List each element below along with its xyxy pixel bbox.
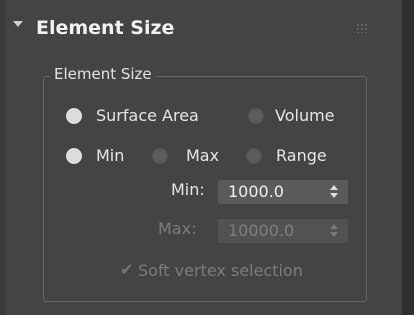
- min-spinner[interactable]: 1000.0: [218, 180, 348, 204]
- spinner-up-icon: [330, 224, 338, 229]
- min-spinner-label: Min:: [171, 180, 205, 199]
- collapse-arrow-icon[interactable]: [13, 21, 23, 27]
- max-spinner: 10000.0: [218, 219, 348, 243]
- element-size-panel: Element Size Element Size Surface Area V…: [0, 0, 414, 315]
- radio-min[interactable]: [66, 147, 82, 164]
- radio-label-volume: Volume: [275, 106, 335, 125]
- radio-label-min: Min: [96, 146, 125, 165]
- rollout-title: Element Size: [36, 17, 175, 39]
- max-spinner-label: Max:: [158, 219, 197, 238]
- soft-vertex-selection-label: Soft vertex selection: [138, 261, 303, 280]
- panel-scrollbar-track[interactable]: [402, 0, 414, 315]
- soft-vertex-selection-checkbox: ✔: [120, 260, 134, 279]
- spinner-up-icon[interactable]: [330, 185, 338, 190]
- min-spinner-value[interactable]: 1000.0: [228, 180, 284, 204]
- radio-option-surface-area[interactable]: Surface Area: [66, 106, 199, 125]
- radio-surface-area[interactable]: [66, 107, 82, 124]
- spinner-down-icon[interactable]: [330, 193, 338, 198]
- radio-range[interactable]: [246, 147, 262, 164]
- radio-label-surface-area: Surface Area: [96, 106, 199, 125]
- spinner-arrows-icon: [330, 223, 338, 239]
- radio-option-min[interactable]: Min: [66, 146, 124, 165]
- groupbox-legend: Element Size: [50, 62, 156, 86]
- spinner-arrows-icon[interactable]: [330, 184, 338, 200]
- drag-grip-icon[interactable]: [356, 23, 368, 33]
- spinner-down-icon: [330, 232, 338, 237]
- radio-option-range[interactable]: Range: [246, 146, 327, 165]
- soft-vertex-selection-option: ✔ Soft vertex selection: [120, 260, 303, 281]
- checkmark-icon: ✔: [120, 259, 134, 279]
- rollout-header[interactable]: Element Size: [13, 14, 376, 42]
- radio-max[interactable]: [152, 147, 168, 164]
- max-spinner-value: 10000.0: [228, 221, 295, 240]
- radio-option-volume[interactable]: Volume: [248, 106, 335, 125]
- radio-volume[interactable]: [248, 107, 264, 124]
- radio-label-range: Range: [276, 146, 327, 165]
- radio-label-max: Max: [186, 146, 220, 165]
- radio-option-max[interactable]: Max: [152, 146, 219, 165]
